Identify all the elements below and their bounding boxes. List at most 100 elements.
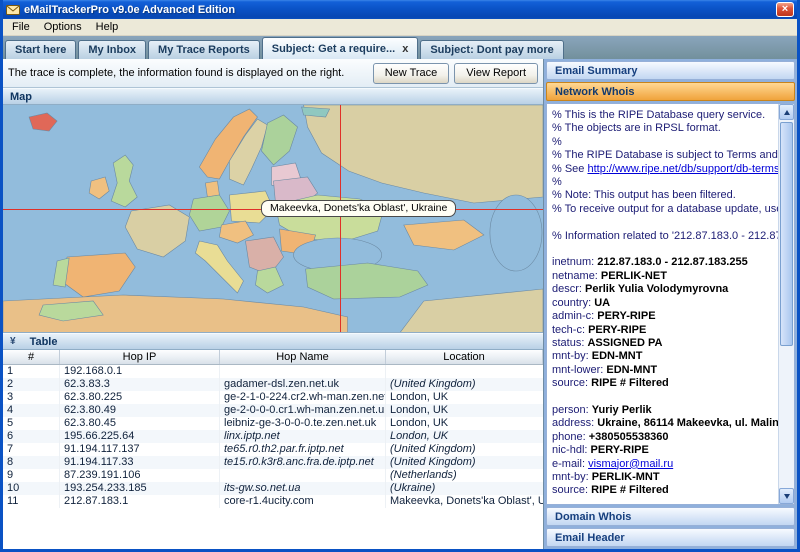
tab-bar: Start here My Inbox My Trace Reports Subjec… (3, 36, 797, 59)
whois-scrollbar[interactable] (778, 104, 794, 504)
cell-hop-index: 8 (3, 456, 60, 469)
menu-options[interactable]: Options (37, 20, 89, 34)
table-row[interactable]: 362.3.80.225ge-2-1-0-224.cr2.wh-man.zen.… (3, 391, 543, 404)
tab-subject-dont-pay-more[interactable]: Subject: Dont pay more (420, 40, 563, 59)
cell-hop-name: te65.r0.th2.par.fr.iptp.net (220, 443, 386, 456)
table-row[interactable]: 11212.87.183.1core-r1.4ucity.comMakeevka… (3, 495, 543, 508)
tab-close-icon[interactable]: x (402, 43, 408, 55)
menu-bar: FileOptionsHelp (3, 19, 797, 36)
column-header-hop-ip[interactable]: Hop IP (60, 350, 220, 364)
section-network-whois[interactable]: Network Whois (546, 82, 795, 101)
whois-line: mnt-by: EDN-MNT (552, 350, 778, 363)
table-row[interactable]: 10193.254.233.185its-gw.so.net.ua(Ukrain… (3, 482, 543, 495)
cell-hop-index: 2 (3, 378, 60, 391)
whois-line: country: UA (552, 297, 778, 310)
cell-location: London, UK (386, 430, 543, 443)
whois-value: RIPE # Filtered (591, 377, 669, 389)
scroll-thumb[interactable] (780, 122, 793, 346)
whois-value: Ukraine, 86114 Makeevka, ul. Malinovskog… (597, 417, 778, 429)
cell-location: (United Kingdom) (386, 443, 543, 456)
tab-subject-get-a-require[interactable]: Subject: Get a require... x (262, 37, 419, 59)
cell-hop-index: 4 (3, 404, 60, 417)
new-trace-button[interactable]: New Trace (373, 63, 450, 84)
table-panel-header[interactable]: ¥ Table (3, 333, 543, 350)
scroll-down-button[interactable] (779, 488, 794, 504)
table-row[interactable]: 987.239.191.106(Netherlands) (3, 469, 543, 482)
cell-location: London, UK (386, 417, 543, 430)
cell-hop-index: 5 (3, 417, 60, 430)
tab-my-inbox[interactable]: My Inbox (78, 40, 146, 59)
whois-line: inetnum: 212.87.183.0 - 212.87.183.255 (552, 256, 778, 269)
whois-container: % This is the RIPE Database query servic… (546, 103, 795, 505)
whois-line: status: ASSIGNED PA (552, 337, 778, 350)
cell-location (386, 365, 543, 378)
main-area: The trace is complete, the information f… (3, 59, 797, 549)
table-row[interactable]: 1192.168.0.1 (3, 365, 543, 378)
scroll-up-button[interactable] (779, 104, 794, 120)
email-link[interactable]: vismajor@mail.ru (588, 458, 673, 470)
cell-hop-ip: 62.3.80.49 (60, 404, 220, 417)
whois-line: % To receive output for a database updat… (552, 203, 778, 216)
whois-value: UA (594, 297, 610, 309)
whois-key: admin-c: (552, 310, 597, 322)
table-collapse-icon[interactable]: ¥ (10, 336, 16, 347)
menu-help[interactable]: Help (89, 20, 126, 34)
section-email-summary[interactable]: Email Summary (546, 61, 795, 80)
table-row[interactable]: 791.194.117.137te65.r0.th2.par.fr.iptp.n… (3, 443, 543, 456)
whois-line: % This is the RIPE Database query servic… (552, 109, 778, 122)
tab-start-here[interactable]: Start here (5, 40, 76, 59)
whois-value: ASSIGNED PA (587, 337, 662, 349)
whois-key: person: (552, 404, 592, 416)
view-report-button[interactable]: View Report (454, 63, 538, 84)
cell-location: London, UK (386, 404, 543, 417)
whois-value: EDN-MNT (592, 350, 643, 362)
tab-label: My Inbox (88, 44, 136, 56)
cell-hop-ip: 192.168.0.1 (60, 365, 220, 378)
section-email-header[interactable]: Email Header (546, 528, 795, 547)
table-row[interactable]: 562.3.80.45leibniz-ge-3-0-0-0.te.zen.net… (3, 417, 543, 430)
whois-line: admin-c: PERY-RIPE (552, 310, 778, 323)
whois-value: PERY-RIPE (588, 324, 646, 336)
table-row[interactable]: 891.194.117.33te15.r0.k3r8.anc.fra.de.ip… (3, 456, 543, 469)
crosshair-vertical (340, 105, 341, 332)
map-canvas[interactable]: Makeevka, Donets'ka Oblast', Ukraine (3, 105, 543, 333)
whois-line: % The RIPE Database is subject to Terms … (552, 149, 778, 162)
tab-label: My Trace Reports (158, 44, 250, 56)
cell-hop-index: 10 (3, 482, 60, 495)
whois-line: % (552, 176, 778, 189)
table-row[interactable]: 462.3.80.49ge-2-0-0-0.cr1.wh-man.zen.net… (3, 404, 543, 417)
whois-content: % This is the RIPE Database query servic… (547, 104, 778, 504)
tab-label: Subject: Get a require... (272, 43, 395, 55)
column-header-location[interactable]: Location (386, 350, 543, 364)
whois-key: mnt-lower: (552, 364, 606, 376)
whois-line: % Note: This output has been filtered. (552, 189, 778, 202)
whois-value: PERLIK-MNT (592, 471, 660, 483)
column-header-hop-name[interactable]: Hop Name (220, 350, 386, 364)
whois-line: descr: Perlik Yulia Volodymyrovna (552, 283, 778, 296)
cell-hop-ip: 62.3.83.3 (60, 378, 220, 391)
whois-line: tech-c: PERY-RIPE (552, 324, 778, 337)
whois-line: address: Ukraine, 86114 Makeevka, ul. Ma… (552, 417, 778, 430)
cell-hop-name: gadamer-dsl.zen.net.uk (220, 378, 386, 391)
title-bar[interactable]: eMailTrackerPro v9.0e Advanced Edition × (3, 0, 797, 19)
cell-hop-ip: 91.194.117.137 (60, 443, 220, 456)
whois-line: % The objects are in RPSL format. (552, 122, 778, 135)
terms-link[interactable]: http://www.ripe.net/db/support/db-terms-… (587, 163, 778, 175)
section-domain-whois[interactable]: Domain Whois (546, 507, 795, 526)
whois-line: % Information related to '212.87.183.0 -… (552, 230, 778, 243)
column-header-num[interactable]: # (3, 350, 60, 364)
cell-hop-name (220, 469, 386, 482)
whois-line: % See http://www.ripe.net/db/support/db-… (552, 163, 778, 176)
menu-file[interactable]: File (5, 20, 37, 34)
close-button[interactable]: × (776, 2, 794, 17)
europe-map (3, 105, 543, 333)
cell-location: (Ukraine) (386, 482, 543, 495)
map-panel-header[interactable]: Map (3, 88, 543, 105)
scroll-track[interactable] (779, 120, 794, 488)
table-row[interactable]: 6195.66.225.64linx.iptp.netLondon, UK (3, 430, 543, 443)
cell-hop-name: linx.iptp.net (220, 430, 386, 443)
tab-my-trace-reports[interactable]: My Trace Reports (148, 40, 260, 59)
table-row[interactable]: 262.3.83.3gadamer-dsl.zen.net.uk(United … (3, 378, 543, 391)
map-panel-title: Map (10, 91, 32, 103)
whois-key: netname: (552, 270, 601, 282)
